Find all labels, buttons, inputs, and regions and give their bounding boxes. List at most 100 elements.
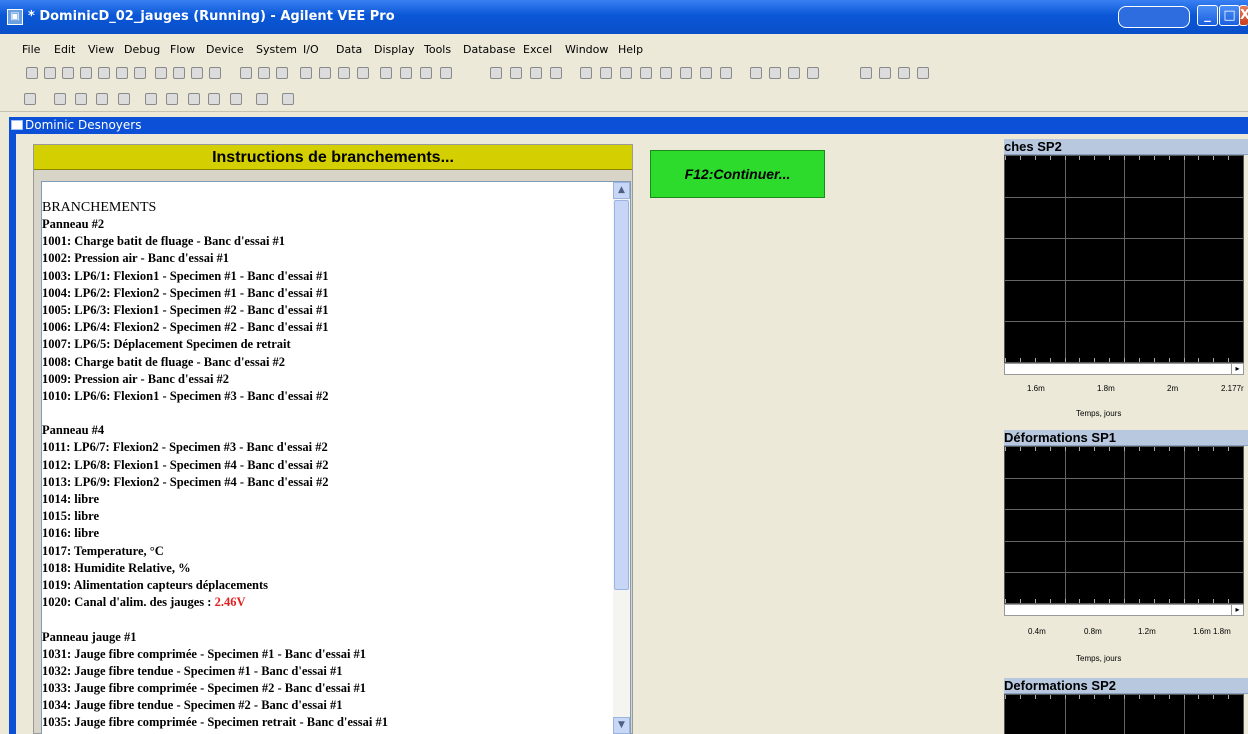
toolbar-icon[interactable] bbox=[600, 67, 612, 79]
toolbar-icon[interactable] bbox=[191, 67, 203, 79]
toolbar-icon[interactable] bbox=[145, 93, 157, 105]
menu-view[interactable]: View bbox=[88, 43, 114, 56]
toolbar-icon[interactable] bbox=[530, 67, 542, 79]
toolbar-icon[interactable] bbox=[256, 93, 268, 105]
toolbar-icon[interactable] bbox=[660, 67, 672, 79]
toolbar-icon[interactable] bbox=[680, 67, 692, 79]
toolbar-icon[interactable] bbox=[319, 67, 331, 79]
toolbar-icon[interactable] bbox=[300, 67, 312, 79]
toolbar-icon[interactable] bbox=[24, 93, 36, 105]
strip-chart-1[interactable] bbox=[1004, 155, 1244, 363]
continue-button[interactable]: F12:Continuer... bbox=[650, 150, 825, 198]
plot-2-tick: 0.4m bbox=[1028, 627, 1046, 636]
menu-display[interactable]: Display bbox=[374, 43, 415, 56]
menu-help[interactable]: Help bbox=[618, 43, 643, 56]
menu-excel[interactable]: Excel bbox=[523, 43, 552, 56]
menu-system[interactable]: System bbox=[256, 43, 297, 56]
menu-debug[interactable]: Debug bbox=[124, 43, 160, 56]
toolbar-icon[interactable] bbox=[26, 67, 38, 79]
toolbar-icon[interactable] bbox=[620, 67, 632, 79]
toolbar-icon[interactable] bbox=[357, 67, 369, 79]
strip-chart-3[interactable] bbox=[1004, 694, 1244, 734]
scroll-up-button[interactable]: ▲ bbox=[613, 182, 630, 199]
scroll-right-button[interactable]: ▸ bbox=[1231, 605, 1243, 615]
menu-file[interactable]: File bbox=[22, 43, 40, 56]
instruction-line: 1031: Jauge fibre comprimée - Specimen #… bbox=[42, 646, 616, 663]
scroll-down-button[interactable]: ▼ bbox=[613, 717, 630, 734]
toolbar-icon[interactable] bbox=[209, 67, 221, 79]
instruction-line: 1020: Canal d'alim. des jauges : 2.46V bbox=[42, 594, 616, 611]
toolbar-icon[interactable] bbox=[166, 93, 178, 105]
scroll-right-button[interactable]: ▸ bbox=[1231, 364, 1243, 374]
toolbar-icon[interactable] bbox=[118, 93, 130, 105]
menu-edit[interactable]: Edit bbox=[54, 43, 75, 56]
toolbar-secondary bbox=[0, 86, 1248, 112]
toolbar-icon[interactable] bbox=[510, 67, 522, 79]
toolbar-icon[interactable] bbox=[380, 67, 392, 79]
toolbar-icon[interactable] bbox=[75, 93, 87, 105]
toolbar-icon[interactable] bbox=[580, 67, 592, 79]
toolbar-icon[interactable] bbox=[917, 67, 929, 79]
mdi-window[interactable]: Dominic Desnoyers Instructions de branch… bbox=[9, 117, 1248, 734]
toolbar-icon[interactable] bbox=[282, 93, 294, 105]
menu-window[interactable]: Window bbox=[565, 43, 608, 56]
menu-flow[interactable]: Flow bbox=[170, 43, 195, 56]
toolbar-icon[interactable] bbox=[879, 67, 891, 79]
scroll-thumb[interactable] bbox=[614, 200, 629, 590]
toolbar-icon[interactable] bbox=[208, 93, 220, 105]
menu-io[interactable]: I/O bbox=[303, 43, 319, 56]
strip-chart-2[interactable] bbox=[1004, 446, 1244, 604]
menu-device[interactable]: Device bbox=[206, 43, 244, 56]
toolbar-icon[interactable] bbox=[62, 67, 74, 79]
toolbar-icon[interactable] bbox=[134, 67, 146, 79]
toolbar-icon[interactable] bbox=[860, 67, 872, 79]
toolbar-icon[interactable] bbox=[400, 67, 412, 79]
plot-1-scrollbar[interactable]: ▸ bbox=[1004, 363, 1244, 375]
close-button[interactable]: X bbox=[1239, 5, 1248, 26]
toolbar-icon[interactable] bbox=[440, 67, 452, 79]
toolbar-icon[interactable] bbox=[98, 67, 110, 79]
instruction-line: 1001: Charge batit de fluage - Banc d'es… bbox=[42, 233, 616, 250]
menu-tools[interactable]: Tools bbox=[424, 43, 451, 56]
toolbar-icon[interactable] bbox=[80, 67, 92, 79]
toolbar-icon[interactable] bbox=[769, 67, 781, 79]
toolbar-icon[interactable] bbox=[420, 67, 432, 79]
instruction-text: 1032: Jauge fibre tendue - Specimen #1 -… bbox=[42, 663, 343, 678]
instruction-line: Panneau #4 bbox=[42, 422, 616, 439]
toolbar-icon[interactable] bbox=[640, 67, 652, 79]
toolbar-tray-icon[interactable] bbox=[1118, 6, 1190, 28]
toolbar-icon[interactable] bbox=[54, 93, 66, 105]
minimize-button[interactable]: _ bbox=[1197, 5, 1218, 26]
toolbar-icon[interactable] bbox=[155, 67, 167, 79]
toolbar-icon[interactable] bbox=[276, 67, 288, 79]
menu-database[interactable]: Database bbox=[463, 43, 516, 56]
maximize-button[interactable]: □ bbox=[1219, 5, 1240, 26]
toolbar-icon[interactable] bbox=[750, 67, 762, 79]
instruction-line: Panneau jauge #1 bbox=[42, 629, 616, 646]
instruction-text: 1033: Jauge fibre comprimée - Specimen #… bbox=[42, 681, 367, 696]
toolbar-icon[interactable] bbox=[807, 67, 819, 79]
toolbar-icon[interactable] bbox=[258, 67, 270, 79]
toolbar-icon[interactable] bbox=[700, 67, 712, 79]
toolbar-icon[interactable] bbox=[44, 67, 56, 79]
toolbar-icon[interactable] bbox=[788, 67, 800, 79]
toolbar-icon[interactable] bbox=[550, 67, 562, 79]
toolbar-icon[interactable] bbox=[898, 67, 910, 79]
instruction-text: 1013: LP6/9: Flexion2 - Specimen #4 - Ba… bbox=[42, 474, 329, 489]
menu-data[interactable]: Data bbox=[336, 43, 362, 56]
toolbar-icon[interactable] bbox=[188, 93, 200, 105]
toolbar-icon[interactable] bbox=[230, 93, 242, 105]
toolbar-icon[interactable] bbox=[240, 67, 252, 79]
toolbar-icon[interactable] bbox=[720, 67, 732, 79]
instructions-textbox[interactable]: BRANCHEMENTS Panneau #2 1001: Charge batit… bbox=[41, 181, 631, 734]
toolbar-icon[interactable] bbox=[116, 67, 128, 79]
plot-2-scrollbar[interactable]: ▸ bbox=[1004, 604, 1244, 616]
vertical-scrollbar[interactable]: ▲ ▼ bbox=[613, 182, 630, 734]
toolbar-icon[interactable] bbox=[490, 67, 502, 79]
instruction-line: 1002: Pression air - Banc d'essai #1 bbox=[42, 250, 616, 267]
toolbar-main bbox=[0, 60, 1248, 86]
toolbar-icon[interactable] bbox=[173, 67, 185, 79]
window-titlebar[interactable]: ▣ * DominicD_02_jauges (Running) - Agile… bbox=[0, 0, 1248, 34]
toolbar-icon[interactable] bbox=[338, 67, 350, 79]
toolbar-icon[interactable] bbox=[96, 93, 108, 105]
